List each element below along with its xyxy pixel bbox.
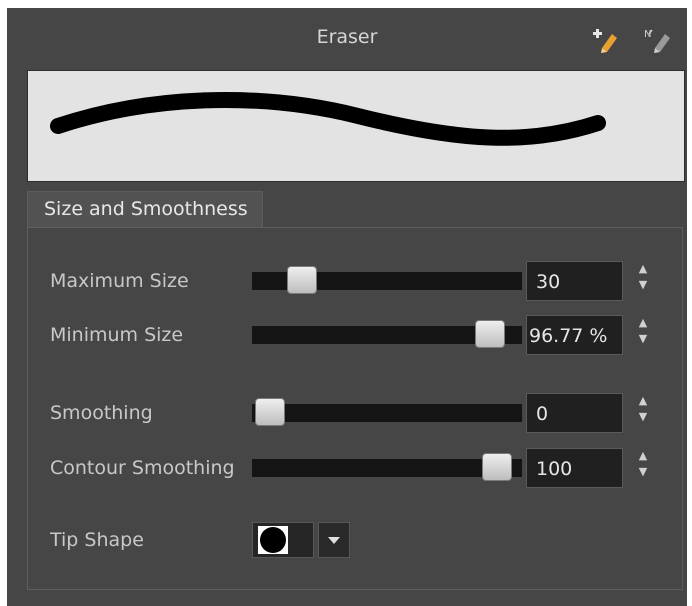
contour-smoothing-field[interactable]: 100 [526,448,623,488]
minimum-size-slider-handle[interactable] [475,320,505,348]
spin-up-icon[interactable]: ▲ [635,393,651,409]
maximum-size-slider[interactable] [252,266,522,294]
svg-text:N: N [644,29,651,40]
contour-smoothing-slider[interactable] [252,453,522,481]
chevron-down-icon [328,537,340,544]
minimum-size-field[interactable]: 96.77 % [526,315,623,355]
round-tip-icon [258,526,288,554]
tip-shape-label: Tip Shape [50,529,144,551]
spin-down-icon[interactable]: ▼ [635,331,651,347]
eraser-tool-properties-panel: Eraser N Size and Smoothness Maximum Siz… [7,8,687,606]
rename-preset-button[interactable]: N [643,26,673,54]
contour-smoothing-label: Contour Smoothing [50,457,235,479]
tip-shape-dropdown[interactable] [318,522,350,558]
stroke-preview [27,70,685,182]
spin-up-icon[interactable]: ▲ [635,315,651,331]
spin-down-icon[interactable]: ▼ [635,277,651,293]
smoothing-slider-handle[interactable] [255,398,285,426]
new-preset-icon [593,29,617,53]
rename-preset-icon: N [644,29,670,53]
maximum-size-field[interactable]: 30 [526,261,623,301]
spin-down-icon[interactable]: ▼ [635,464,651,480]
new-preset-button[interactable] [592,26,622,54]
smoothing-spinner[interactable]: ▲ ▼ [635,393,651,425]
minimum-size-label: Minimum Size [50,324,184,346]
smoothing-slider[interactable] [252,398,522,426]
maximum-size-label: Maximum Size [50,270,189,292]
tab-size-and-smoothness[interactable]: Size and Smoothness [27,191,263,227]
spin-down-icon[interactable]: ▼ [635,409,651,425]
minimum-size-spinner[interactable]: ▲ ▼ [635,315,651,347]
smoothing-label: Smoothing [50,402,153,424]
maximum-size-slider-handle[interactable] [287,266,317,294]
stroke-preview-curve [50,92,606,146]
spin-up-icon[interactable]: ▲ [635,448,651,464]
contour-smoothing-spinner[interactable]: ▲ ▼ [635,448,651,480]
spin-up-icon[interactable]: ▲ [635,261,651,277]
contour-smoothing-slider-handle[interactable] [482,453,512,481]
maximum-size-spinner[interactable]: ▲ ▼ [635,261,651,293]
tip-shape-swatch[interactable] [252,522,314,558]
panel-title: Eraser [316,26,378,48]
minimum-size-slider[interactable] [252,320,522,348]
smoothing-field[interactable]: 0 [526,393,623,433]
